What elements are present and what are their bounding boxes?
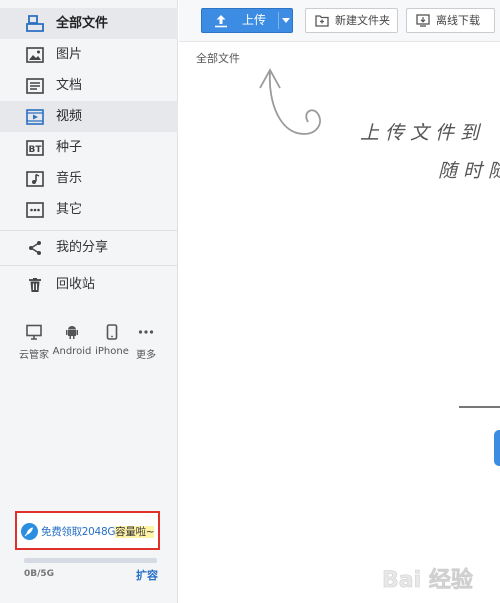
- toolbar: 上传 新建文件夹 离线下载: [179, 0, 500, 42]
- new-folder-icon: [315, 14, 329, 27]
- hint-line-2: 随时随: [438, 160, 500, 182]
- all-files-icon: [26, 15, 44, 32]
- upload-button[interactable]: 上传: [201, 8, 293, 33]
- divider: [0, 230, 178, 231]
- sidebar-item-music[interactable]: 音乐: [0, 163, 178, 194]
- sidebar-item-label: 种子: [56, 140, 83, 155]
- watermark: Bai 经验: [378, 555, 500, 603]
- sidebar-item-label: 其它: [56, 202, 83, 217]
- offline-download-label: 离线下载: [436, 14, 480, 27]
- phone-icon: [104, 324, 120, 340]
- new-folder-label: 新建文件夹: [335, 14, 390, 27]
- divider: [0, 265, 178, 266]
- new-folder-button[interactable]: 新建文件夹: [305, 8, 398, 33]
- hint-arrow-icon: [259, 68, 321, 135]
- upload-icon: [214, 14, 228, 28]
- video-icon: [26, 108, 44, 125]
- client-downloads: 云管家 Android iPhone 更多: [12, 322, 162, 362]
- quota-bar: [24, 558, 157, 563]
- hint-line-1: 上传文件到: [360, 122, 486, 144]
- watermark-text: Bai 经验: [382, 567, 473, 593]
- more-icon: [26, 201, 44, 218]
- sidebar-item-label: 视频: [56, 109, 83, 124]
- promo-banner[interactable]: 免费领取2048G容量啦~: [15, 511, 160, 550]
- promo-text: 免费领取2048G容量啦~: [41, 525, 155, 538]
- sidebar-item-trash[interactable]: 回收站: [0, 269, 178, 300]
- sidebar-item-videos[interactable]: 视频: [0, 101, 178, 132]
- image-icon: [26, 46, 44, 63]
- sidebar-item-label: 文档: [56, 78, 83, 93]
- offline-download-icon: [416, 14, 430, 27]
- divider: [459, 406, 500, 408]
- sidebar-item-images[interactable]: 图片: [0, 39, 178, 70]
- music-icon: [26, 170, 44, 187]
- offline-download-button[interactable]: 离线下载: [406, 8, 495, 33]
- document-icon: [26, 77, 44, 94]
- sidebar-item-my-share[interactable]: 我的分享: [0, 232, 178, 263]
- sidebar-item-all-files[interactable]: 全部文件: [0, 8, 178, 39]
- client-more[interactable]: 更多: [126, 322, 166, 362]
- bt-icon: BT: [26, 139, 44, 156]
- sidebar-item-documents[interactable]: 文档: [0, 70, 178, 101]
- sidebar-item-label: 音乐: [56, 171, 83, 186]
- svg-text:BT: BT: [29, 145, 43, 155]
- sidebar-item-torrents[interactable]: BT 种子: [0, 132, 178, 163]
- sidebar-item-label: 我的分享: [56, 240, 109, 255]
- sidebar-item-label: 回收站: [56, 277, 96, 292]
- expand-storage-link[interactable]: 扩容: [136, 567, 158, 583]
- sidebar-item-label: 全部文件: [56, 16, 109, 31]
- monitor-icon: [26, 324, 42, 340]
- share-icon: [26, 239, 44, 256]
- upload-label: 上传: [242, 13, 267, 27]
- promo-highlight: 容量啦~: [115, 525, 155, 538]
- quota-used: 0B/5G: [24, 569, 55, 579]
- android-icon: [64, 324, 80, 340]
- side-tab[interactable]: [494, 430, 500, 466]
- sidebar: 全部文件 图片 文档 视频 BT 种子 音乐 其它 我的分享 回收站 云管家 A…: [0, 0, 178, 603]
- feather-icon: [21, 522, 38, 540]
- ellipsis-icon: [138, 324, 154, 340]
- sidebar-item-other[interactable]: 其它: [0, 194, 178, 225]
- upload-dropdown-icon[interactable]: [282, 18, 290, 23]
- trash-icon: [26, 276, 44, 293]
- breadcrumb[interactable]: 全部文件: [196, 50, 240, 66]
- client-label: 更多: [136, 350, 156, 361]
- sidebar-item-label: 图片: [56, 47, 83, 62]
